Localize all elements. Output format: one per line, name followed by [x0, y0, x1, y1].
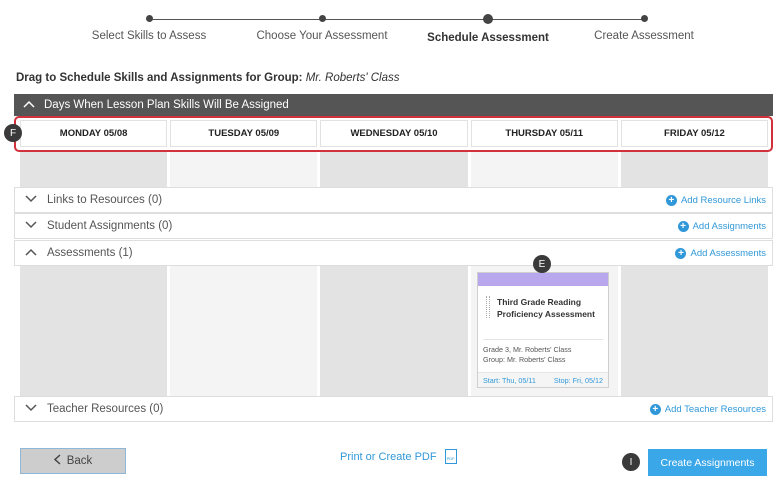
pdf-icon: PDF	[444, 449, 457, 464]
step-label: Schedule Assessment	[427, 32, 549, 44]
section-links-to-resources[interactable]: Links to Resources (0) + Add Resource Li…	[14, 187, 773, 213]
section-label: Teacher Resources (0)	[47, 403, 164, 415]
plus-circle-icon: +	[675, 247, 687, 259]
drop-column-tuesday[interactable]	[170, 150, 318, 187]
group-name: Mr. Roberts' Class	[305, 72, 400, 84]
plus-circle-icon: +	[677, 220, 689, 232]
add-assignments-label: Add Assignments	[692, 220, 766, 232]
card-group: Group: Mr. Roberts' Class	[483, 355, 566, 364]
step-label: Select Skills to Assess	[91, 30, 207, 42]
drop-column-wednesday[interactable]	[320, 266, 468, 396]
add-assignments-button[interactable]: + Add Assignments	[677, 220, 766, 232]
drop-column-friday[interactable]	[620, 266, 769, 396]
drop-column-monday[interactable]	[20, 150, 168, 187]
section-label: Assessments (1)	[47, 247, 133, 259]
assessment-card[interactable]: Third Grade Reading Proficiency Assessme…	[477, 272, 609, 388]
section-label: Student Assignments (0)	[47, 220, 173, 232]
chevron-left-icon	[53, 454, 61, 468]
card-dates: Start: Thu, 05/11 Stop: Fri, 05/12	[478, 372, 608, 387]
chevron-up-icon[interactable]	[15, 247, 47, 259]
step-label: Create Assessment	[594, 30, 694, 42]
drop-column-wednesday[interactable]	[320, 150, 468, 187]
section-student-assignments[interactable]: Student Assignments (0) + Add Assignment…	[14, 213, 773, 239]
step-dot	[640, 15, 648, 22]
add-assessments-button[interactable]: + Add Assessments	[675, 247, 766, 259]
step-dot	[318, 15, 326, 22]
drop-column-friday[interactable]	[620, 150, 769, 187]
chevron-down-icon[interactable]	[15, 194, 47, 206]
drop-column-tuesday[interactable]	[170, 266, 318, 396]
create-assignments-button[interactable]: Create Assignments	[648, 449, 767, 476]
chevron-down-icon[interactable]	[15, 403, 47, 415]
plus-circle-icon: +	[649, 403, 661, 415]
card-start-date[interactable]: Start: Thu, 05/11	[483, 376, 536, 385]
add-assessments-label: Add Assessments	[690, 247, 766, 259]
card-title: Third Grade Reading Proficiency Assessme…	[497, 297, 595, 319]
step-choose-assessment[interactable]: Choose Your Assessment	[232, 14, 412, 42]
assessments-drop-area[interactable]	[20, 266, 769, 396]
days-panel-header[interactable]: Days When Lesson Plan Skills Will Be Ass…	[14, 94, 773, 116]
step-dot	[145, 15, 153, 22]
drop-column-thursday[interactable]	[470, 150, 618, 187]
step-select-skills[interactable]: Select Skills to Assess	[59, 14, 239, 42]
add-teacher-resources-label: Add Teacher Resources	[664, 403, 766, 415]
step-create-assessment[interactable]: Create Assessment	[554, 14, 734, 42]
card-stop-date[interactable]: Stop: Fri, 05/12	[554, 376, 603, 385]
print-pdf-link[interactable]: Print or Create PDF PDF	[340, 449, 457, 464]
print-pdf-label: Print or Create PDF	[340, 450, 437, 463]
step-label: Choose Your Assessment	[256, 30, 388, 42]
add-resource-links-label: Add Resource Links	[680, 194, 766, 206]
add-resource-links-button[interactable]: + Add Resource Links	[665, 194, 766, 206]
step-dot-active	[483, 14, 493, 24]
page-title-prefix: Drag to Schedule Skills and Assignments …	[16, 72, 303, 84]
plus-circle-icon: +	[665, 194, 677, 206]
back-button[interactable]: Back	[20, 448, 126, 474]
drag-handle-icon[interactable]	[486, 296, 490, 318]
progress-stepper: Select Skills to Assess Choose Your Asse…	[0, 0, 783, 50]
pdf-icon-text: PDF	[446, 456, 455, 461]
section-assessments[interactable]: Assessments (1) + Add Assessments	[14, 240, 773, 266]
days-drop-area[interactable]	[20, 150, 769, 187]
card-color-bar	[478, 273, 608, 286]
step-schedule-assessment[interactable]: Schedule Assessment	[398, 14, 578, 44]
callout-badge-f: F	[4, 124, 22, 142]
back-button-label: Back	[66, 455, 93, 467]
page-title: Drag to Schedule Skills and Assignments …	[16, 72, 399, 84]
section-label: Links to Resources (0)	[47, 194, 163, 206]
card-meta: Grade 3, Mr. Roberts' Class Group: Mr. R…	[483, 345, 571, 365]
chevron-down-icon[interactable]	[15, 220, 47, 232]
days-panel-title: Days When Lesson Plan Skills Will Be Ass…	[44, 99, 289, 111]
callout-badge-e: E	[533, 255, 551, 273]
callout-badge-i: I	[622, 453, 640, 471]
card-divider	[483, 339, 603, 340]
chevron-up-icon[interactable]	[14, 99, 44, 111]
days-highlight-box	[14, 116, 773, 152]
section-teacher-resources[interactable]: Teacher Resources (0) + Add Teacher Reso…	[14, 396, 773, 422]
add-teacher-resources-button[interactable]: + Add Teacher Resources	[649, 403, 766, 415]
card-grade-class: Grade 3, Mr. Roberts' Class	[483, 345, 572, 354]
drop-column-monday[interactable]	[20, 266, 168, 396]
